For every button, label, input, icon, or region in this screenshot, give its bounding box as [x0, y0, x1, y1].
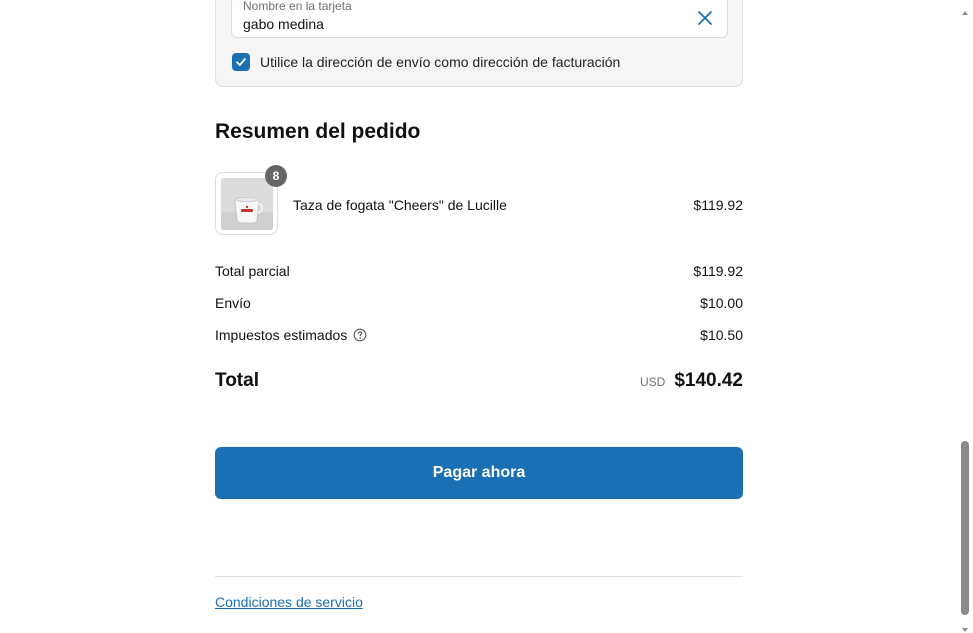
product-row: 8 Taza de fogata "Cheers" de Lucille $11… [215, 165, 743, 236]
same-address-checkbox[interactable] [232, 53, 250, 71]
card-name-field[interactable]: Nombre en la tarjeta gabo medina [231, 0, 728, 38]
card-name-label: Nombre en la tarjeta [243, 0, 352, 13]
product-name: Taza de fogata "Cheers" de Lucille [293, 197, 507, 213]
same-address-row[interactable]: Utilice la dirección de envío como direc… [232, 53, 620, 71]
total-row: Total USD $140.42 [215, 370, 743, 396]
card-name-value[interactable]: gabo medina [243, 16, 324, 32]
terms-of-service-link[interactable]: Condiciones de servicio [215, 594, 363, 610]
scrollbar[interactable] [957, 0, 973, 633]
checkout-page: Nombre en la tarjeta gabo medina Utilice… [0, 0, 973, 633]
pay-now-button[interactable]: Pagar ahora [215, 447, 743, 499]
subtotal-value: $119.92 [693, 263, 743, 279]
scrollbar-thumb[interactable] [961, 441, 969, 615]
taxes-label-group: Impuestos estimados [215, 327, 367, 343]
total-label: Total [215, 370, 259, 391]
subtotal-label: Total parcial [215, 263, 290, 279]
clear-icon[interactable] [695, 8, 715, 28]
quantity-badge: 8 [265, 165, 287, 187]
product-price: $119.92 [693, 197, 743, 213]
taxes-value: $10.50 [700, 327, 743, 343]
footer-divider [215, 576, 743, 577]
total-value: $140.42 [674, 370, 743, 391]
help-icon[interactable] [353, 328, 367, 342]
shipping-row: Envío $10.00 [215, 295, 743, 315]
taxes-row: Impuestos estimados $10.50 [215, 327, 743, 347]
scroll-up-icon[interactable] [961, 4, 969, 15]
camp-mug-image [221, 178, 273, 230]
total-amount-group: USD $140.42 [640, 370, 743, 392]
currency-code: USD [639, 375, 666, 389]
product-thumbnail: 8 [215, 165, 287, 235]
subtotal-row: Total parcial $119.92 [215, 263, 743, 283]
shipping-value: $10.00 [700, 295, 743, 311]
payment-card-section: Nombre en la tarjeta gabo medina Utilice… [215, 0, 743, 87]
same-address-label: Utilice la dirección de envío como direc… [260, 54, 621, 70]
shipping-label: Envío [215, 295, 251, 311]
checkmark-icon [236, 58, 246, 66]
order-summary-title: Resumen del pedido [215, 120, 421, 143]
scroll-down-icon[interactable] [961, 621, 969, 632]
taxes-label: Impuestos estimados [215, 327, 348, 343]
